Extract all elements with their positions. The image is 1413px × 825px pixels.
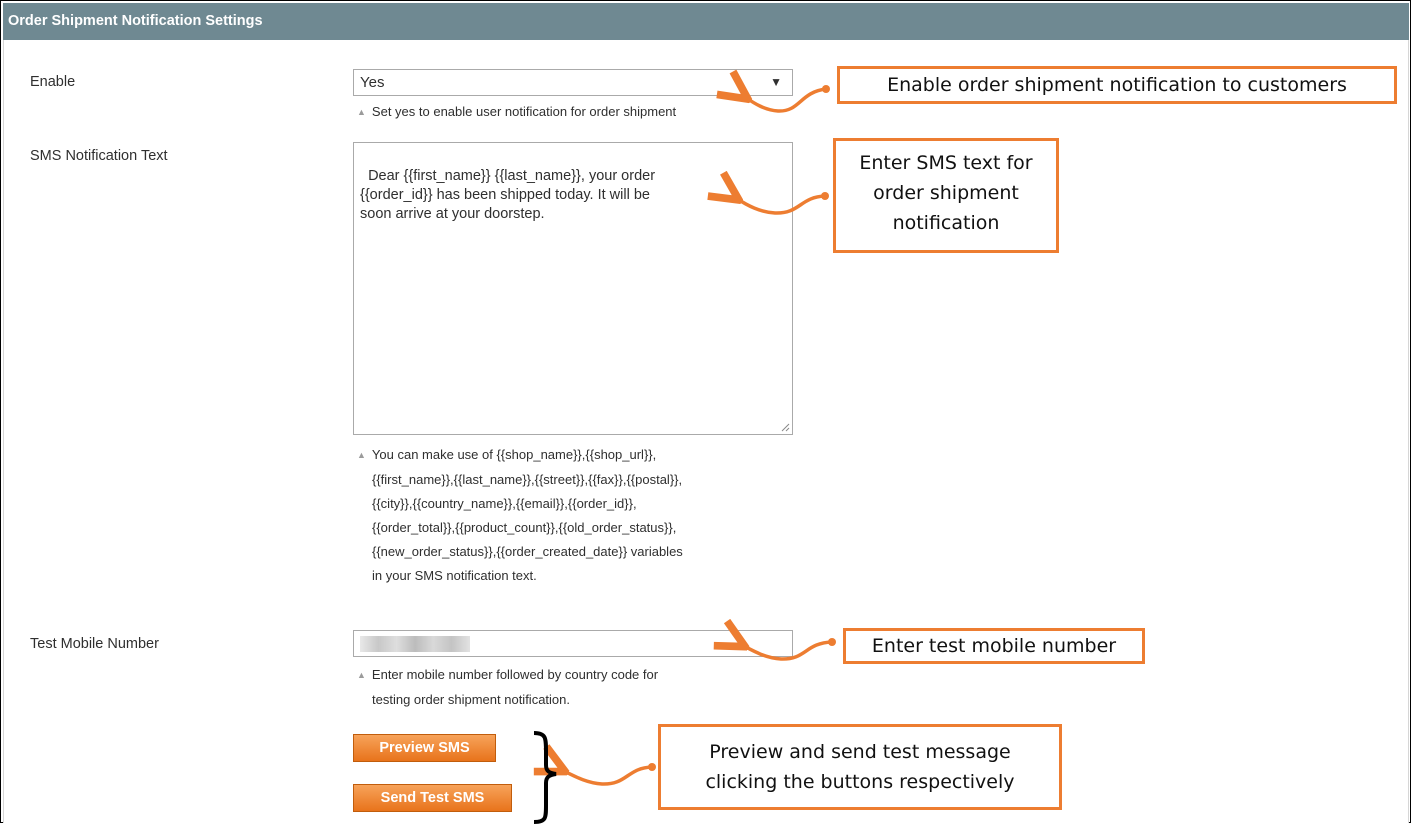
curly-brace: [533, 731, 557, 824]
arrow-enable: [745, 89, 828, 113]
annotation-arrows: [0, 0, 836, 824]
arrow-sms: [736, 196, 827, 215]
arrow-buttons: [562, 767, 654, 786]
arrow-mobile: [742, 642, 834, 661]
